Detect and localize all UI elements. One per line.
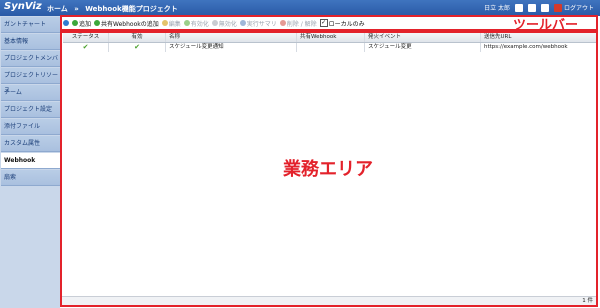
work-area-annotation: 業務エリア xyxy=(283,159,373,180)
breadcrumb-home[interactable]: ホーム xyxy=(47,5,68,13)
sidebar-item-custom-attributes[interactable]: カスタム属性 xyxy=(1,136,60,152)
sidebar-item-search[interactable]: 扇索 xyxy=(1,170,60,186)
sidebar-item-members[interactable]: プロジェクトメンバ xyxy=(1,51,60,67)
sidebar-item-webhook[interactable]: Webhook xyxy=(1,153,60,169)
sidebar-item-basic-info[interactable]: 基本情報 xyxy=(1,34,60,50)
sidebar-item-settings[interactable]: プロジェクト設定 xyxy=(1,102,60,118)
close-icon xyxy=(553,3,562,12)
sidebar-item-team[interactable]: チーム xyxy=(1,85,60,101)
breadcrumb: ホーム » Webhook機能プロジェクト xyxy=(47,4,182,14)
user-area: 日立 太郎 ログアウト xyxy=(484,3,600,12)
toolbar-annotation: ツールバー xyxy=(513,18,579,33)
sidebar: ガントチャート 基本情報 プロジェクトメンバ プロジェクトリソース チーム プロ… xyxy=(0,16,60,308)
app-logo[interactable]: SynViz xyxy=(4,1,42,12)
breadcrumb-current: Webhook機能プロジェクト xyxy=(85,5,178,13)
sidebar-item-resources[interactable]: プロジェクトリソース xyxy=(1,68,60,94)
sidebar-item-attachments[interactable]: 添付ファイル xyxy=(1,119,60,135)
top-bar: SynViz ホーム » Webhook機能プロジェクト 日立 太郎 ログアウト xyxy=(0,0,600,16)
home-icon[interactable] xyxy=(514,3,523,12)
user-name: 日立 太郎 xyxy=(484,5,510,12)
menu-icon[interactable] xyxy=(540,3,549,12)
logout-label: ログアウト xyxy=(563,5,594,12)
window-icon[interactable] xyxy=(527,3,536,12)
sidebar-item-gantt[interactable]: ガントチャート xyxy=(1,17,60,33)
logout-button[interactable]: ログアウト xyxy=(553,3,594,12)
breadcrumb-separator: » xyxy=(74,5,79,13)
